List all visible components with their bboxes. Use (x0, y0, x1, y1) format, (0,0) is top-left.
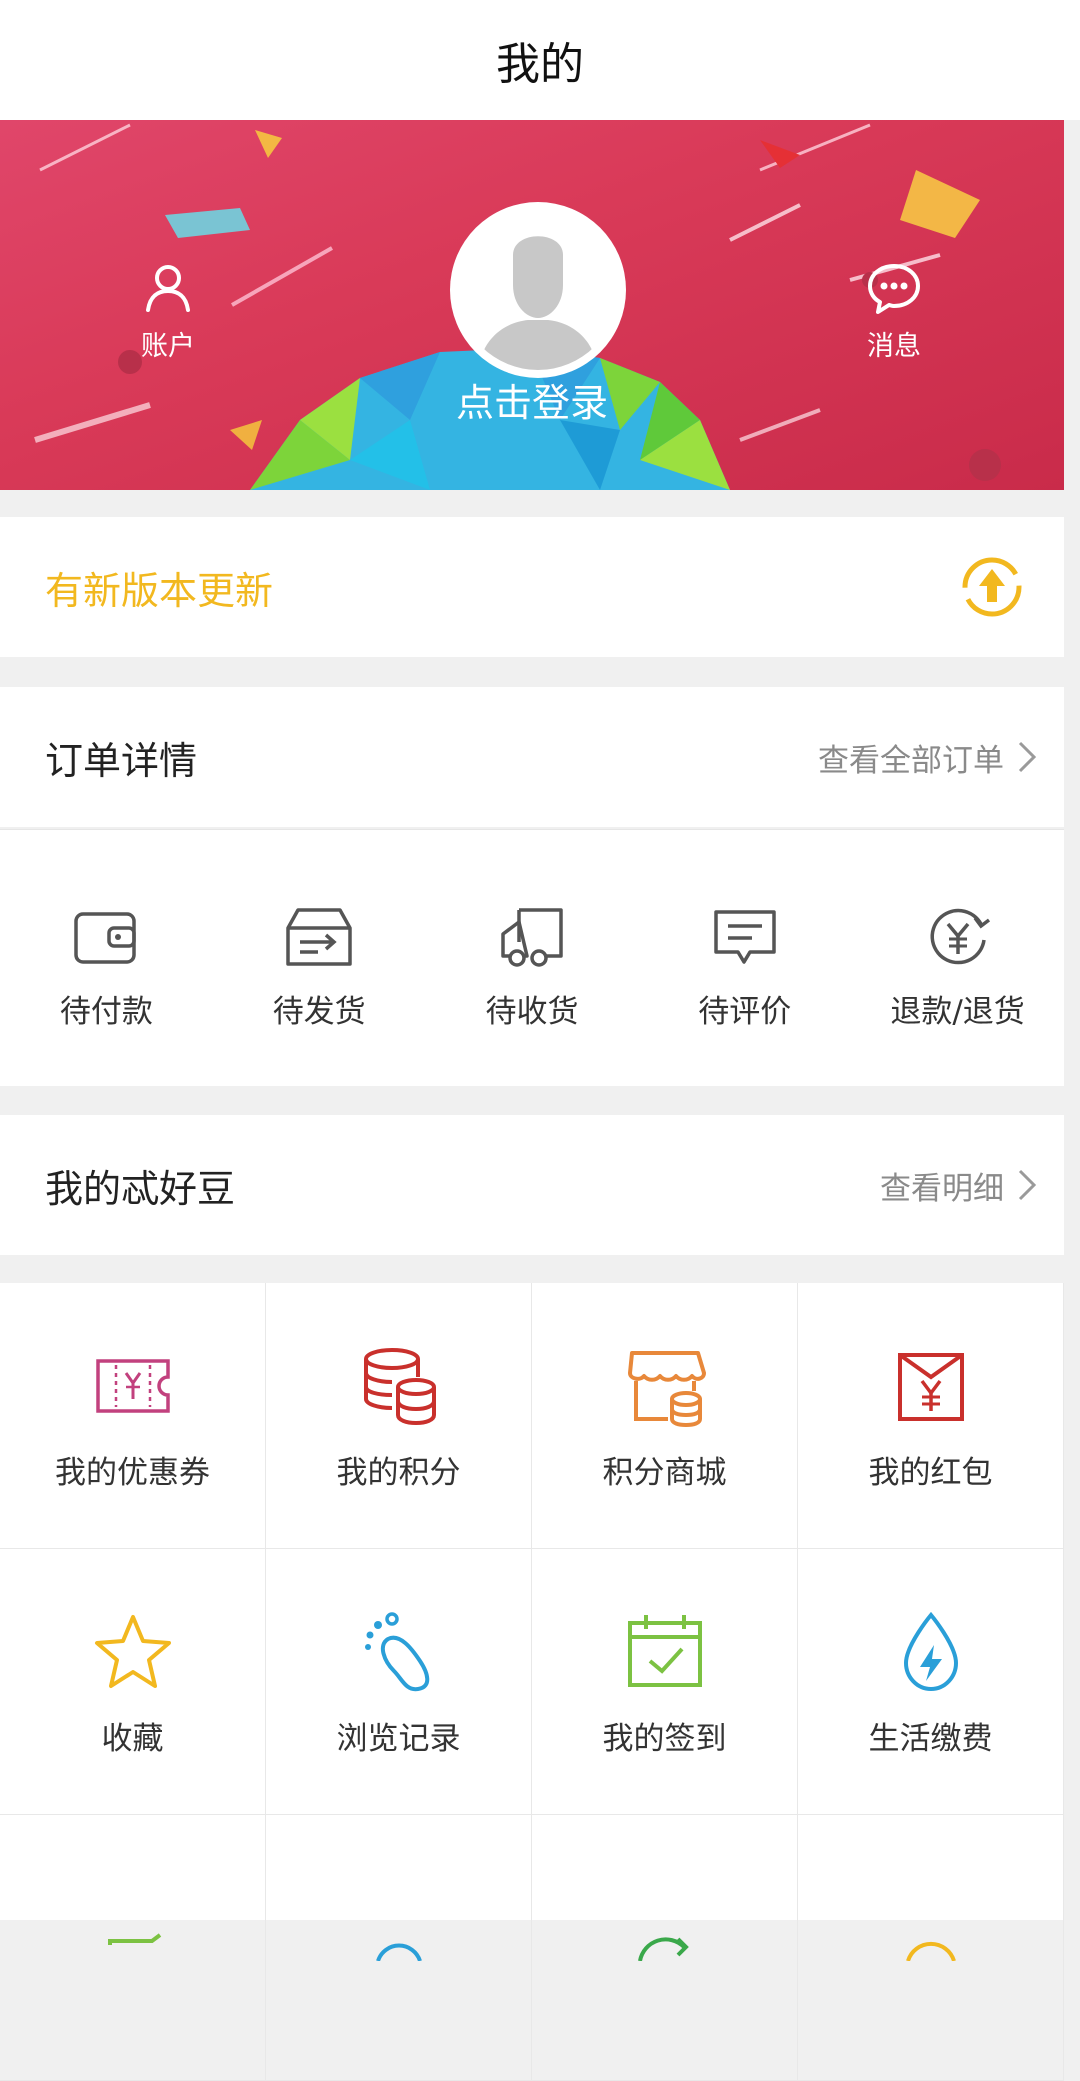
beans-section-title: 我的忒好豆 (45, 1166, 236, 1211)
top-bar: 我的 (0, 0, 1080, 120)
update-row[interactable]: 有新版本更新 (0, 517, 1064, 657)
order-section-title: 订单详情 (45, 738, 198, 783)
service-label: 生活缴费 (868, 1721, 993, 1757)
coins-icon (363, 1348, 436, 1426)
order-pending-payment[interactable]: 待付款 (0, 830, 213, 1086)
message-button[interactable]: 消息 (834, 258, 954, 363)
partial-icon (375, 1943, 422, 1961)
partial-icon (905, 1941, 956, 1961)
service-coupons[interactable]: 我的优惠券 (0, 1283, 266, 1549)
store-icon (627, 1351, 706, 1428)
order-status-label: 退款/退货 (890, 994, 1025, 1030)
service-label: 我的积分 (336, 1455, 461, 1491)
service-points-mall[interactable]: 积分商城 (532, 1283, 798, 1549)
service-label: 积分商城 (602, 1455, 727, 1491)
message-label: 消息 (867, 331, 921, 362)
service-row3-cell[interactable] (532, 1815, 798, 2081)
service-label: 我的签到 (602, 1721, 727, 1757)
service-label: 我的优惠券 (55, 1455, 210, 1491)
water-drop-icon (903, 1611, 958, 1692)
view-detail-label: 查看明细 (880, 1170, 1004, 1207)
profile-banner: 账户 点击登录 消息 (0, 120, 1064, 490)
partial-icon (637, 1937, 689, 1961)
service-label: 我的红包 (868, 1455, 993, 1491)
comment-icon (714, 910, 776, 964)
red-envelope-icon (897, 1353, 964, 1421)
order-section-header: 订单详情 查看全部订单 (0, 687, 1064, 827)
truck-icon (501, 908, 563, 967)
coupon-icon (95, 1359, 170, 1413)
service-red-envelope[interactable]: 我的红包 (798, 1283, 1064, 1549)
service-points[interactable]: 我的积分 (266, 1283, 532, 1549)
star-icon (94, 1615, 171, 1688)
service-utilities[interactable]: 生活缴费 (798, 1549, 1064, 1815)
update-label: 有新版本更新 (45, 568, 274, 613)
service-favorites[interactable]: 收藏 (0, 1549, 266, 1815)
service-checkin[interactable]: 我的签到 (532, 1549, 798, 1815)
order-status-row: 待付款 待发货 待收货 待评价 退款/退货 (0, 829, 1064, 1086)
order-pending-shipment[interactable]: 待发货 (213, 830, 426, 1086)
chevron-right-icon (1018, 1169, 1037, 1201)
footprint-icon (364, 1612, 429, 1692)
page-title: 我的 (496, 39, 584, 90)
chat-bubble-icon (868, 264, 920, 314)
wallet-icon (74, 912, 137, 964)
default-avatar-icon (458, 210, 618, 370)
order-status-label: 待发货 (272, 994, 366, 1030)
service-row3-cell[interactable] (798, 1815, 1064, 2081)
upgrade-arrow-icon (962, 557, 1022, 617)
order-status-label: 待评价 (698, 994, 792, 1030)
service-row3-cell[interactable] (266, 1815, 532, 2081)
box-send-icon (286, 908, 352, 966)
view-detail-link[interactable]: 查看明细 (880, 1163, 1038, 1208)
account-button[interactable]: 账户 (108, 258, 228, 363)
service-label: 浏览记录 (336, 1721, 461, 1757)
order-pending-review[interactable]: 待评价 (638, 830, 851, 1086)
person-icon (146, 265, 190, 312)
calendar-check-icon (627, 1615, 702, 1687)
beans-section-header: 我的忒好豆 查看明细 (0, 1115, 1064, 1255)
order-refund[interactable]: 退款/退货 (851, 830, 1064, 1086)
view-all-orders-label: 查看全部订单 (818, 742, 1004, 779)
order-pending-receipt[interactable]: 待收货 (426, 830, 639, 1086)
order-status-label: 待收货 (485, 994, 579, 1030)
service-grid: 我的优惠券 我的积分 积分商城 我的红包 收藏 浏览记录 我的签到 生活缴费 (0, 1283, 1064, 2081)
login-link[interactable]: 点击登录 (400, 372, 664, 427)
view-all-orders-link[interactable]: 查看全部订单 (818, 735, 1038, 780)
refund-icon (930, 908, 990, 965)
service-row3-cell[interactable] (0, 1815, 266, 2081)
service-history[interactable]: 浏览记录 (266, 1549, 532, 1815)
avatar[interactable] (450, 202, 626, 378)
order-status-label: 待付款 (59, 994, 153, 1030)
chevron-right-icon (1018, 741, 1037, 773)
service-label: 收藏 (101, 1721, 164, 1757)
partial-icon (107, 1933, 161, 1945)
account-label: 账户 (141, 331, 195, 362)
